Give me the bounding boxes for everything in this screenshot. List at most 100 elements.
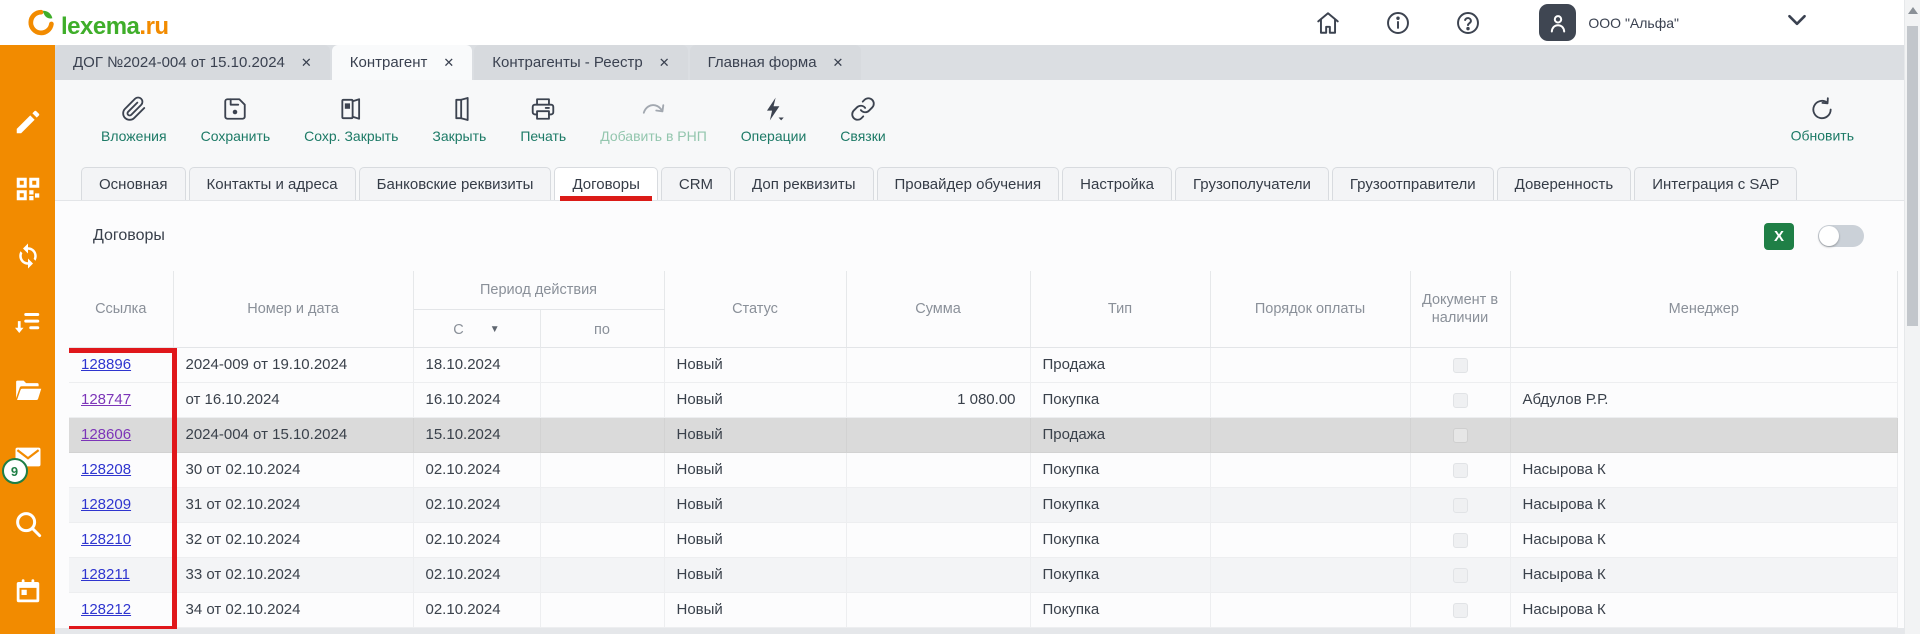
doc-tab[interactable]: Контрагент ✕ <box>332 45 472 80</box>
col-payment-order[interactable]: Порядок оплаты <box>1210 271 1410 347</box>
toolbar-button[interactable]: Добавить в РНП <box>600 96 707 144</box>
doc-available-checkbox[interactable] <box>1453 498 1468 513</box>
printer-icon <box>530 96 556 123</box>
col-group-period: Период действия <box>413 271 664 309</box>
form-tab-label: Интеграция с SAP <box>1652 176 1779 193</box>
doc-available-checkbox[interactable] <box>1453 358 1468 373</box>
doc-available-checkbox[interactable] <box>1453 463 1468 478</box>
form-tab[interactable]: Основная <box>81 167 186 200</box>
form-tab[interactable]: Доп реквизиты <box>734 167 873 200</box>
form-tab[interactable]: Интеграция с SAP <box>1634 167 1797 200</box>
table-row[interactable]: 128209 31 от 02.10.2024 02.10.2024 Новый… <box>69 487 1898 522</box>
close-icon[interactable]: ✕ <box>833 55 844 71</box>
table-row[interactable]: 128747 от 16.10.2024 16.10.2024 Новый 1 … <box>69 382 1898 417</box>
doc-tab[interactable]: ДОГ №2024-004 от 15.10.2024 ✕ <box>55 45 330 80</box>
form-tab[interactable]: Провайдер обучения <box>877 167 1060 200</box>
sidebar-item-search[interactable] <box>13 509 43 539</box>
sort-desc-icon[interactable]: ▼ <box>490 322 500 338</box>
table-row[interactable]: 128896 2024-009 от 19.10.2024 18.10.2024… <box>69 347 1898 382</box>
contract-link[interactable]: 128606 <box>81 426 131 443</box>
sidebar-item-tasks[interactable] <box>13 308 43 338</box>
contract-link[interactable]: 128209 <box>81 496 131 513</box>
horizontal-scrollbar[interactable] <box>55 628 1904 634</box>
contract-link[interactable]: 128211 <box>81 566 130 583</box>
col-link[interactable]: Ссылка <box>69 271 173 347</box>
close-icon[interactable]: ✕ <box>301 55 312 71</box>
cell-amount <box>846 347 1030 382</box>
contract-link[interactable]: 128208 <box>81 461 131 478</box>
col-doc-available[interactable]: Документ в наличии <box>1410 271 1510 347</box>
form-tab[interactable]: Банковские реквизиты <box>359 167 552 200</box>
avatar[interactable] <box>1539 4 1576 41</box>
form-tab-label: Договоры <box>572 176 639 193</box>
help-icon[interactable] <box>1455 10 1481 36</box>
close-icon[interactable]: ✕ <box>443 55 454 71</box>
col-amount[interactable]: Сумма <box>846 271 1030 347</box>
form-tab[interactable]: Договоры <box>554 167 657 200</box>
cell-type: Покупка <box>1030 557 1210 592</box>
active-tab-underline <box>560 196 651 201</box>
doc-available-checkbox[interactable] <box>1453 393 1468 408</box>
scroll-up-arrow[interactable] <box>1908 7 1918 14</box>
grid-toggle[interactable] <box>1818 225 1864 247</box>
form-tab[interactable]: Доверенность <box>1497 167 1632 200</box>
cell-payment-order <box>1210 417 1410 452</box>
doc-tab[interactable]: Контрагенты - Реестр ✕ <box>474 45 687 80</box>
excel-export-button[interactable]: X <box>1764 223 1794 250</box>
logo-suffix: .ru <box>139 13 168 40</box>
contract-link[interactable]: 128896 <box>81 356 131 373</box>
form-tab-label: Грузоотправители <box>1350 176 1476 193</box>
form-tab[interactable]: CRM <box>661 167 731 200</box>
doc-available-checkbox[interactable] <box>1453 533 1468 548</box>
cell-number-date: 32 от 02.10.2024 <box>173 522 413 557</box>
toolbar-button[interactable]: Закрыть <box>432 96 486 144</box>
toolbar-button[interactable]: Операции <box>741 96 807 144</box>
table-row[interactable]: 128212 34 от 02.10.2024 02.10.2024 Новый… <box>69 592 1898 627</box>
sidebar-item-calendar[interactable] <box>13 576 43 606</box>
col-status[interactable]: Статус <box>664 271 846 347</box>
toolbar-button[interactable]: Вложения <box>101 96 167 144</box>
refresh-button[interactable]: Обновить <box>1791 97 1854 144</box>
col-to[interactable]: по <box>540 309 664 347</box>
refresh-icon <box>1809 97 1835 124</box>
toolbar-button[interactable]: Сохранить <box>201 96 271 144</box>
col-manager[interactable]: Менеджер <box>1510 271 1898 347</box>
toolbar-button[interactable]: Сохр. Закрыть <box>304 96 398 144</box>
doc-available-checkbox[interactable] <box>1453 603 1468 618</box>
col-from[interactable]: С▼ <box>413 309 540 347</box>
table-row[interactable]: 128211 33 от 02.10.2024 02.10.2024 Новый… <box>69 557 1898 592</box>
form-tab[interactable]: Настройка <box>1062 167 1172 200</box>
contract-link[interactable]: 128747 <box>81 391 131 408</box>
cell-payment-order <box>1210 592 1410 627</box>
info-icon[interactable] <box>1385 10 1411 36</box>
scrollbar-thumb[interactable] <box>1907 26 1918 326</box>
table-row[interactable]: 128210 32 от 02.10.2024 02.10.2024 Новый… <box>69 522 1898 557</box>
doc-tab[interactable]: Главная форма ✕ <box>690 45 862 80</box>
sidebar-item-mail[interactable]: 9 <box>13 442 43 472</box>
table-row[interactable]: 128606 2024-004 от 15.10.2024 15.10.2024… <box>69 417 1898 452</box>
company-name[interactable]: ООО "Альфа" <box>1588 15 1679 31</box>
form-tab[interactable]: Контакты и адреса <box>189 167 356 200</box>
contract-link[interactable]: 128210 <box>81 531 131 548</box>
sidebar-item-documents[interactable] <box>13 375 43 405</box>
form-tab[interactable]: Грузополучатели <box>1175 167 1329 200</box>
sidebar-item-sync[interactable] <box>13 241 43 271</box>
doc-available-checkbox[interactable] <box>1453 428 1468 443</box>
table-row[interactable]: 128208 30 от 02.10.2024 02.10.2024 Новый… <box>69 452 1898 487</box>
home-icon[interactable] <box>1315 10 1341 36</box>
contract-link[interactable]: 128212 <box>81 601 131 618</box>
chevron-down-icon[interactable] <box>1784 7 1810 38</box>
sidebar-item-qr[interactable] <box>13 174 43 204</box>
app-logo[interactable]: lexema.ru <box>25 7 169 39</box>
close-icon[interactable]: ✕ <box>659 55 670 71</box>
toggle-knob <box>1819 226 1839 246</box>
toolbar-button-label: Вложения <box>101 128 167 144</box>
col-type[interactable]: Тип <box>1030 271 1210 347</box>
toolbar-button[interactable]: Связки <box>840 96 885 144</box>
doc-available-checkbox[interactable] <box>1453 568 1468 583</box>
form-tab[interactable]: Грузоотправители <box>1332 167 1494 200</box>
cell-amount <box>846 417 1030 452</box>
toolbar-button[interactable]: Печать <box>520 96 566 144</box>
sidebar-item-edit[interactable] <box>13 107 43 137</box>
col-number-date[interactable]: Номер и дата <box>173 271 413 347</box>
